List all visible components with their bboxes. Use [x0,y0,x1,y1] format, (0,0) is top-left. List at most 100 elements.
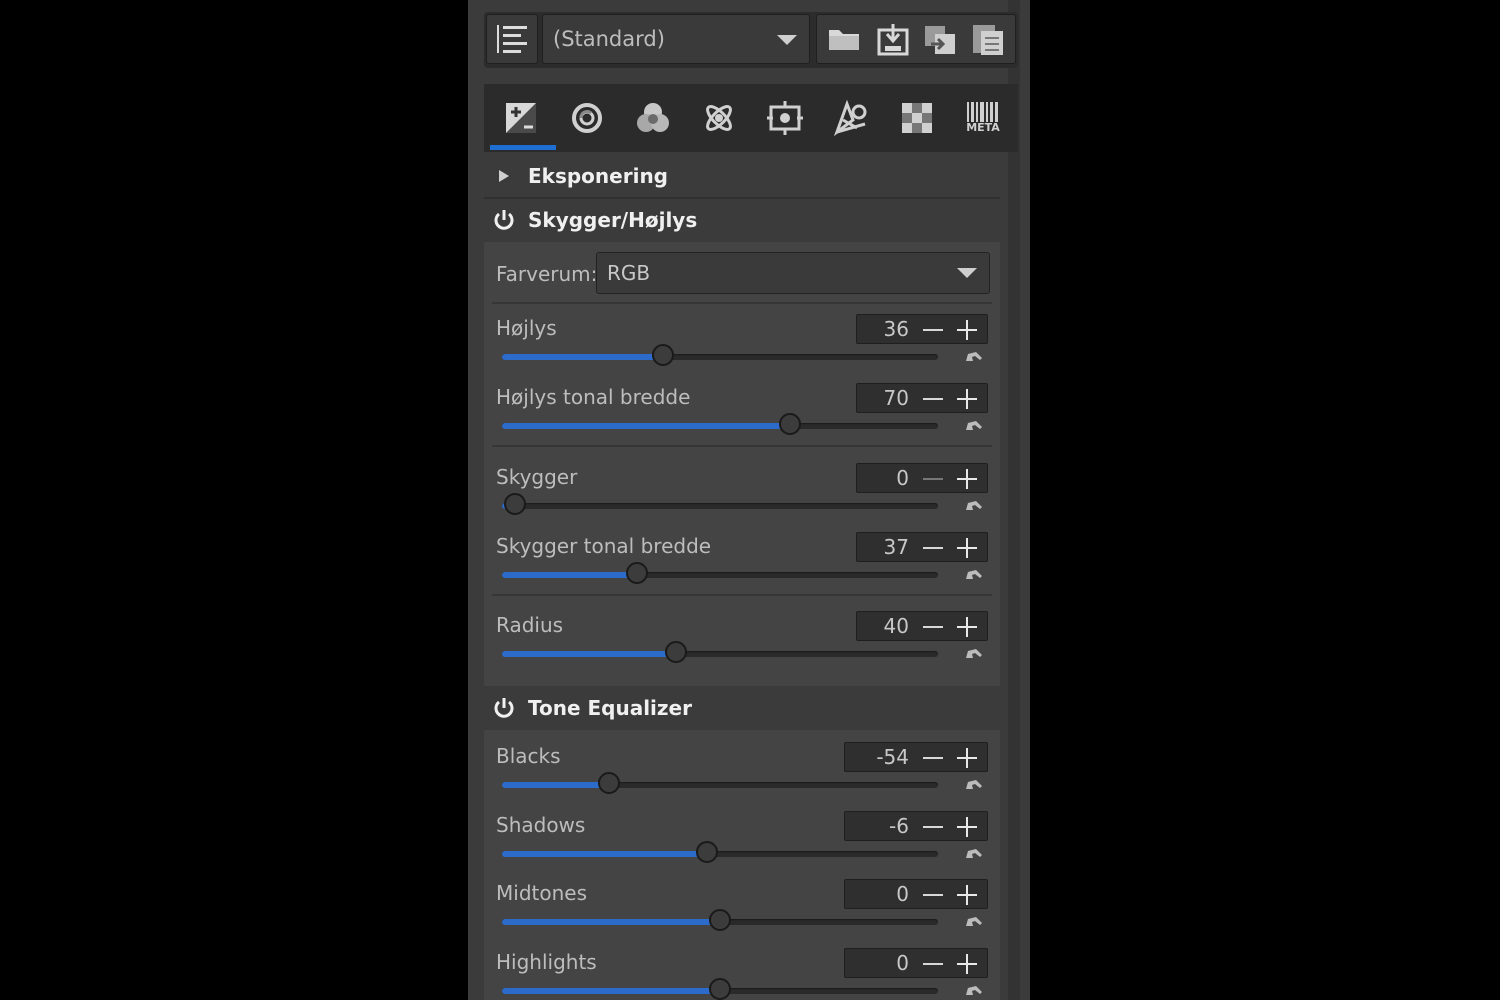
shadows-highlights-section-header[interactable]: Skygger/Højlys [484,198,1004,242]
value-spinbox[interactable]: 70 [856,383,988,413]
power-icon[interactable] [486,697,522,719]
slider-track[interactable] [502,641,938,663]
value-spinbox[interactable]: -54 [844,742,988,772]
profile-select[interactable]: (Standard) [542,14,810,64]
slider-row: Blacks -54 [484,734,1000,802]
slider-handle[interactable] [626,562,649,584]
copy-icon[interactable] [923,22,957,56]
minus-icon[interactable] [923,757,943,759]
detail-tab[interactable] [554,84,620,152]
shadows-highlights-panel: Farverum: RGB Højlys 36 Højlys tonal bredd… [484,242,1000,686]
slider-handle[interactable] [695,841,718,863]
local-tab[interactable] [884,84,950,152]
slider-row: Midtones 0 [484,871,1000,939]
save-icon[interactable] [877,22,909,56]
slider-handle[interactable] [597,772,620,794]
value-text[interactable]: 37 [884,535,909,559]
minus-icon[interactable] [923,478,943,480]
slider-handle[interactable] [652,344,675,366]
atom-icon [706,105,732,131]
value-spinbox[interactable]: 40 [856,611,988,641]
reset-icon[interactable] [964,350,984,364]
minus-icon[interactable] [923,963,943,965]
crop-icon [767,101,803,135]
plus-icon-stroke [966,389,968,409]
slider-track[interactable] [502,978,938,1000]
exposure-section-header[interactable]: Eksponering [484,154,1004,198]
tool-panel: (Standard) META Eksponering Skygger/Højl… [468,0,1030,1000]
reset-icon[interactable] [964,778,984,792]
slider-row: Højlys 36 [484,306,1000,374]
slider-fill [502,782,609,788]
reset-icon[interactable] [964,915,984,929]
slider-handle[interactable] [778,413,801,435]
reset-icon[interactable] [964,984,984,998]
value-spinbox[interactable]: 0 [844,948,988,978]
reset-icon[interactable] [964,847,984,861]
value-spinbox[interactable]: 36 [856,314,988,344]
minus-icon[interactable] [923,894,943,896]
value-text[interactable]: 0 [896,951,909,975]
folder-open-icon[interactable] [827,24,863,54]
chevron-down-icon [777,35,797,45]
tone-equalizer-panel: Blacks -54 Shadows -6 Midtones 0 Highlights 0 [484,730,1000,1000]
slider-track[interactable] [502,344,938,366]
exposure-tab[interactable] [488,84,556,152]
slider-handle[interactable] [709,909,731,931]
value-text[interactable]: 0 [896,466,909,490]
value-spinbox[interactable]: 0 [856,463,988,493]
minus-icon[interactable] [923,329,943,331]
reset-icon[interactable] [964,647,984,661]
advanced-tab[interactable] [686,84,752,152]
value-spinbox[interactable]: 37 [856,532,988,562]
slider-track[interactable] [502,909,938,931]
plus-icon-stroke [966,617,968,637]
reset-icon[interactable] [964,568,984,582]
transform-tab[interactable] [752,84,818,152]
value-text[interactable]: -6 [889,814,909,838]
colorspace-select[interactable]: RGB [596,252,990,294]
value-spinbox[interactable]: 0 [844,879,988,909]
tone-equalizer-section-header[interactable]: Tone Equalizer [484,686,1004,730]
list-icon [497,25,527,53]
aperture-icon [833,100,867,136]
slider-track[interactable] [502,493,938,515]
slider-label: Midtones [496,881,587,905]
slider-handle[interactable] [709,978,731,1000]
slider-fill [502,354,664,360]
meta-barcode-icon [967,102,998,122]
value-text[interactable]: 70 [884,386,909,410]
slider-handle[interactable] [665,641,688,663]
value-text[interactable]: -54 [876,745,909,769]
divider [492,594,992,596]
slider-handle[interactable] [504,493,527,515]
slider-fill [502,572,638,578]
color-tab[interactable] [620,84,686,152]
section-title: Tone Equalizer [528,696,692,720]
paste-icon[interactable] [971,21,1005,57]
value-spinbox[interactable]: -6 [844,811,988,841]
raw-tab[interactable] [818,84,884,152]
slider-track[interactable] [502,772,938,794]
slider-fill [502,988,720,994]
profile-list-button[interactable] [486,14,538,64]
slider-track[interactable] [502,841,938,863]
minus-icon[interactable] [923,398,943,400]
slider-row: Skygger 0 [484,455,1000,523]
meta-tab[interactable]: META [950,84,1016,152]
slider-track[interactable] [502,562,938,584]
plus-icon-stroke [966,748,968,768]
reset-icon[interactable] [964,419,984,433]
value-text[interactable]: 36 [884,317,909,341]
slider-label: Shadows [496,813,586,837]
profile-toolbar: (Standard) [484,12,1018,68]
minus-icon[interactable] [923,626,943,628]
value-text[interactable]: 40 [884,614,909,638]
power-icon[interactable] [486,209,522,231]
minus-icon[interactable] [923,826,943,828]
plus-icon-stroke [966,954,968,974]
reset-icon[interactable] [964,499,984,513]
slider-track[interactable] [502,413,938,435]
value-text[interactable]: 0 [896,882,909,906]
minus-icon[interactable] [923,547,943,549]
